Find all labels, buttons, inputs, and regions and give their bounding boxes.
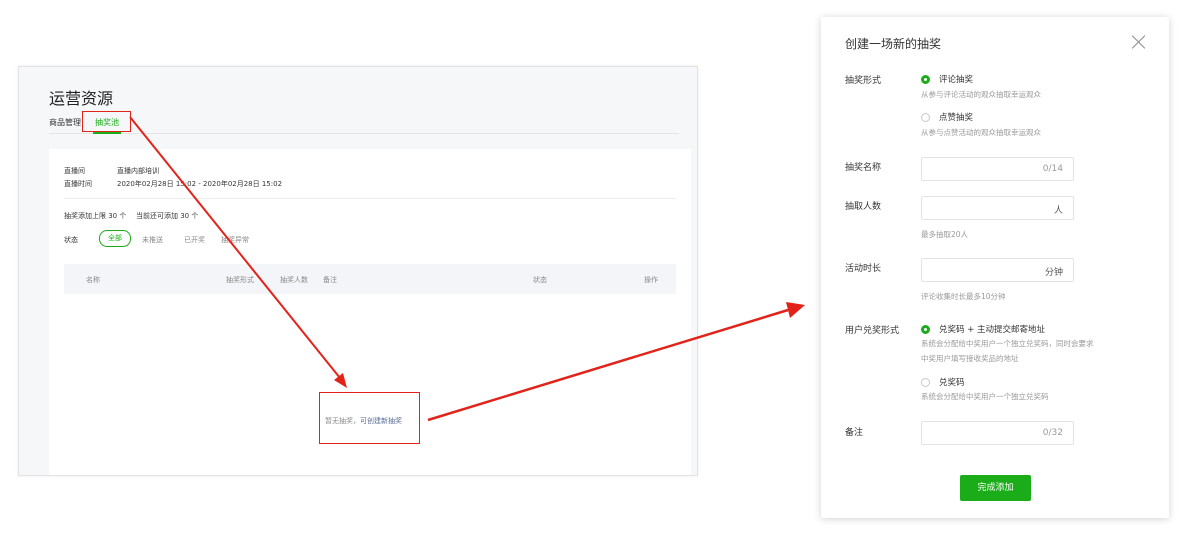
option-comment-lottery-desc: 从参与评论活动的观众抽取幸运观众: [921, 90, 1041, 99]
room-label: 直播间: [64, 167, 85, 175]
option-code-only-desc: 系统会分配给中奖用户一个独立兑奖码: [921, 392, 1049, 401]
remark-label: 备注: [845, 428, 864, 438]
active-tab-indicator: [93, 132, 121, 134]
filter-all[interactable]: 全部: [99, 230, 131, 247]
option-like-lottery-desc: 从参与点赞活动的观众抽取幸运观众: [921, 128, 1041, 137]
column-winner-count: 抽奖人数: [280, 276, 308, 284]
option-code-and-address-desc-1: 系统会分配给中奖用户一个独立兑奖码，同时会要求: [921, 339, 1094, 348]
duration-input[interactable]: 分钟: [921, 258, 1074, 282]
close-icon[interactable]: [1131, 34, 1147, 50]
option-comment-lottery[interactable]: 评论抽奖: [939, 73, 973, 85]
column-status: 状态: [533, 276, 547, 284]
resource-tabs: 商品管理 抽奖池: [49, 113, 679, 134]
room-value: 直播内部培训: [117, 167, 159, 175]
create-lottery-dialog: 创建一场新的抽奖 抽奖形式 评论抽奖 从参与评论活动的观众抽取幸运观众 点赞抽奖…: [821, 17, 1169, 518]
lottery-name-counter: 0/14: [1042, 164, 1063, 174]
tab-product-management[interactable]: 商品管理: [49, 117, 81, 128]
remark-input[interactable]: 0/32: [921, 421, 1074, 445]
radio-code-only[interactable]: [921, 378, 930, 387]
highlight-box-tab: [82, 111, 131, 132]
remark-counter: 0/32: [1042, 428, 1063, 438]
radio-comment-lottery[interactable]: [921, 75, 930, 84]
option-code-only[interactable]: 兑奖码: [939, 376, 965, 388]
winner-count-unit: 人: [1053, 206, 1063, 216]
status-filter-label: 状态: [64, 236, 78, 244]
duration-hint: 评论收集时长最多10分钟: [921, 292, 1006, 301]
lottery-name-label: 抽奖名称: [845, 163, 882, 173]
winner-count-hint: 最多抽取20人: [921, 230, 969, 239]
column-lottery-type: 抽奖形式: [226, 276, 254, 284]
time-label: 直播时间: [64, 180, 92, 188]
time-value: 2020年02月28日 15:02 - 2020年02月28日 15:02: [117, 180, 283, 188]
radio-like-lottery[interactable]: [921, 113, 930, 122]
filter-drawn[interactable]: 已开奖: [184, 235, 205, 245]
add-limit-text: 抽奖添加上限 30 个: [64, 212, 127, 220]
highlight-box-create-link: [319, 392, 420, 444]
lottery-form-label: 抽奖形式: [845, 76, 882, 86]
winner-count-label: 抽取人数: [845, 202, 882, 212]
option-code-and-address-desc-2: 中奖用户填写接收奖品的地址: [921, 354, 1019, 363]
column-name: 名称: [86, 276, 100, 284]
column-remark: 备注: [323, 276, 337, 284]
divider: [64, 198, 676, 199]
page-title: 运营资源: [49, 89, 114, 108]
option-code-and-address[interactable]: 兑奖码 + 主动提交邮寄地址: [939, 323, 1045, 335]
duration-unit: 分钟: [1044, 268, 1063, 278]
lottery-name-input[interactable]: 0/14: [921, 157, 1074, 181]
filter-error[interactable]: 抽奖异常: [221, 235, 249, 245]
remaining-text: 当前还可添加 30 个: [136, 212, 199, 220]
column-actions: 操作: [644, 276, 658, 284]
filter-not-pushed[interactable]: 未推送: [142, 235, 163, 245]
table-header: 名称 抽奖形式 抽奖人数 备注 状态 操作: [64, 264, 676, 294]
redeem-form-label: 用户兑奖形式: [845, 326, 900, 336]
option-like-lottery[interactable]: 点赞抽奖: [939, 111, 973, 123]
dialog-title: 创建一场新的抽奖: [845, 37, 942, 51]
duration-label: 活动时长: [845, 264, 882, 274]
winner-count-input[interactable]: 人: [921, 196, 1074, 220]
radio-code-and-address[interactable]: [921, 325, 930, 334]
submit-button[interactable]: 完成添加: [960, 475, 1031, 501]
